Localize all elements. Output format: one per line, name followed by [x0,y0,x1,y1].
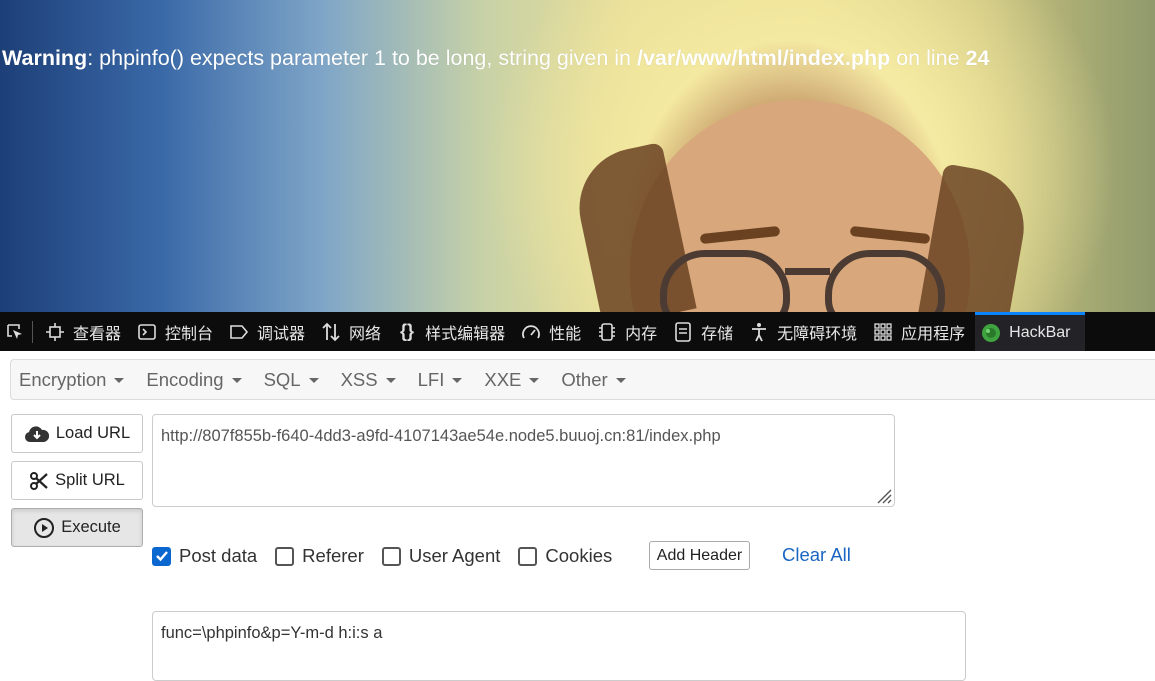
caret-down-icon [231,378,242,383]
caret-down-icon [529,378,540,383]
tab-memory[interactable]: 内存 [591,312,667,351]
caret-down-icon [308,378,319,383]
menu-label: XXE [484,368,522,390]
play-circle-icon [33,517,55,539]
network-icon [321,322,341,342]
debugger-icon [229,322,249,342]
post-data-value: func=\phpinfo&p=Y-m-d h:i:s a [161,624,383,642]
menu-label: SQL [263,368,301,390]
tab-label: 存储 [701,325,734,343]
tab-performance[interactable]: 性能 [515,312,591,351]
hackbar-icon [981,323,1001,343]
warning-path: /var/www/html/index.php [636,46,891,70]
tab-style-editor[interactable]: {} 样式编辑器 [391,312,515,351]
tab-storage[interactable]: 存储 [667,312,743,351]
tab-label: 调试器 [257,325,306,343]
post-data-input[interactable]: func=\phpinfo&p=Y-m-d h:i:s a [152,611,966,681]
url-value: http://807f855b-f640-4dd3-a9fd-4107143ae… [161,427,721,445]
tab-label: 网络 [349,325,382,343]
user-agent-label: User Agent [408,545,501,566]
portrait-glasses-right [825,250,945,312]
execute-button[interactable]: Execute [11,508,143,547]
tab-console[interactable]: 控制台 [131,312,223,351]
request-options: Post data Referer User Agent Cookies [152,541,630,571]
tab-label: HackBar [1009,324,1071,341]
cookies-option[interactable]: Cookies [518,545,612,567]
menu-label: LFI [417,368,445,390]
add-header-button[interactable]: Add Header [649,541,750,570]
caret-down-icon [114,378,125,383]
menu-lfi[interactable]: LFI [418,369,463,391]
menu-label: Encryption [19,368,107,390]
element-picker-icon [7,323,22,339]
tab-hackbar[interactable]: HackBar [975,312,1085,351]
split-url-label: Split URL [55,471,125,489]
application-icon [873,322,893,342]
console-icon [137,322,157,342]
tab-label: 应用程序 [901,325,966,343]
tab-label: 内存 [625,325,658,343]
menu-encryption[interactable]: Encryption [19,368,125,391]
execute-label: Execute [61,518,121,536]
memory-icon [597,322,617,342]
tab-inspector[interactable]: 查看器 [39,312,131,351]
tab-network[interactable]: 网络 [315,312,391,351]
menu-xxe[interactable]: XXE [484,368,540,391]
post-data-option[interactable]: Post data [152,545,257,567]
load-url-label: Load URL [55,424,131,442]
user-agent-checkbox[interactable] [381,546,401,566]
caret-down-icon [615,378,626,383]
php-warning: Warning: phpinfo() expects parameter 1 t… [2,46,989,71]
checkmark-icon [155,551,168,562]
post-data-label: Post data [179,545,258,566]
clear-all-link[interactable]: Clear All [782,544,851,566]
element-picker-button[interactable] [0,312,30,351]
cookies-checkbox[interactable] [518,546,538,566]
tab-label: 查看器 [73,325,122,343]
warning-label: Warning [2,46,88,70]
tab-application[interactable]: 应用程序 [867,312,975,351]
page-content: Warning: phpinfo() expects parameter 1 t… [0,0,1155,312]
accessibility-icon [749,322,769,342]
referer-option[interactable]: Referer [275,545,364,567]
performance-icon [521,322,541,342]
tab-debugger[interactable]: 调试器 [223,312,315,351]
tab-label: 性能 [549,325,582,343]
portrait-glasses-bridge [785,268,830,275]
storage-icon [673,321,693,342]
user-agent-option[interactable]: User Agent [381,545,501,567]
menu-encoding[interactable]: Encoding [146,368,242,391]
load-url-button[interactable]: Load URL [11,414,143,453]
devtools-toolbar: 查看器 控制台 调试器 网络 {} 样式编辑器 性能 内存 存储 无障碍环境 应… [0,312,1155,351]
referer-checkbox[interactable] [275,546,295,566]
caret-down-icon [452,378,463,383]
menu-other[interactable]: Other [561,368,626,391]
portrait-glasses-left [660,250,790,312]
warning-online: on line [890,46,966,70]
warning-message: : phpinfo() expects parameter 1 to be lo… [87,46,637,70]
tab-label: 无障碍环境 [777,325,858,343]
cloud-download-icon [24,424,50,444]
split-url-button[interactable]: Split URL [11,461,143,500]
toolbar-separator [32,320,33,343]
referer-label: Referer [302,545,364,566]
caret-down-icon [385,378,396,383]
resize-handle-icon[interactable] [874,486,892,504]
style-editor-icon: {} [400,321,415,341]
hackbar-menu: Encryption Encoding SQL XSS LFI XXE Othe… [10,359,1155,400]
tab-accessibility[interactable]: 无障碍环境 [743,312,867,351]
menu-sql[interactable]: SQL [264,369,319,391]
url-input[interactable]: http://807f855b-f640-4dd3-a9fd-4107143ae… [152,414,895,507]
tab-label: 样式编辑器 [425,325,506,343]
post-data-checkbox[interactable] [152,546,171,566]
tab-label: 控制台 [165,325,214,343]
menu-label: Other [561,368,608,390]
inspector-icon [45,322,65,342]
menu-label: XSS [340,368,378,390]
cookies-label: Cookies [545,545,613,566]
menu-label: Encoding [146,368,224,390]
menu-xss[interactable]: XSS [341,369,396,391]
scissors-icon [29,471,49,491]
warning-line: 24 [965,46,990,70]
